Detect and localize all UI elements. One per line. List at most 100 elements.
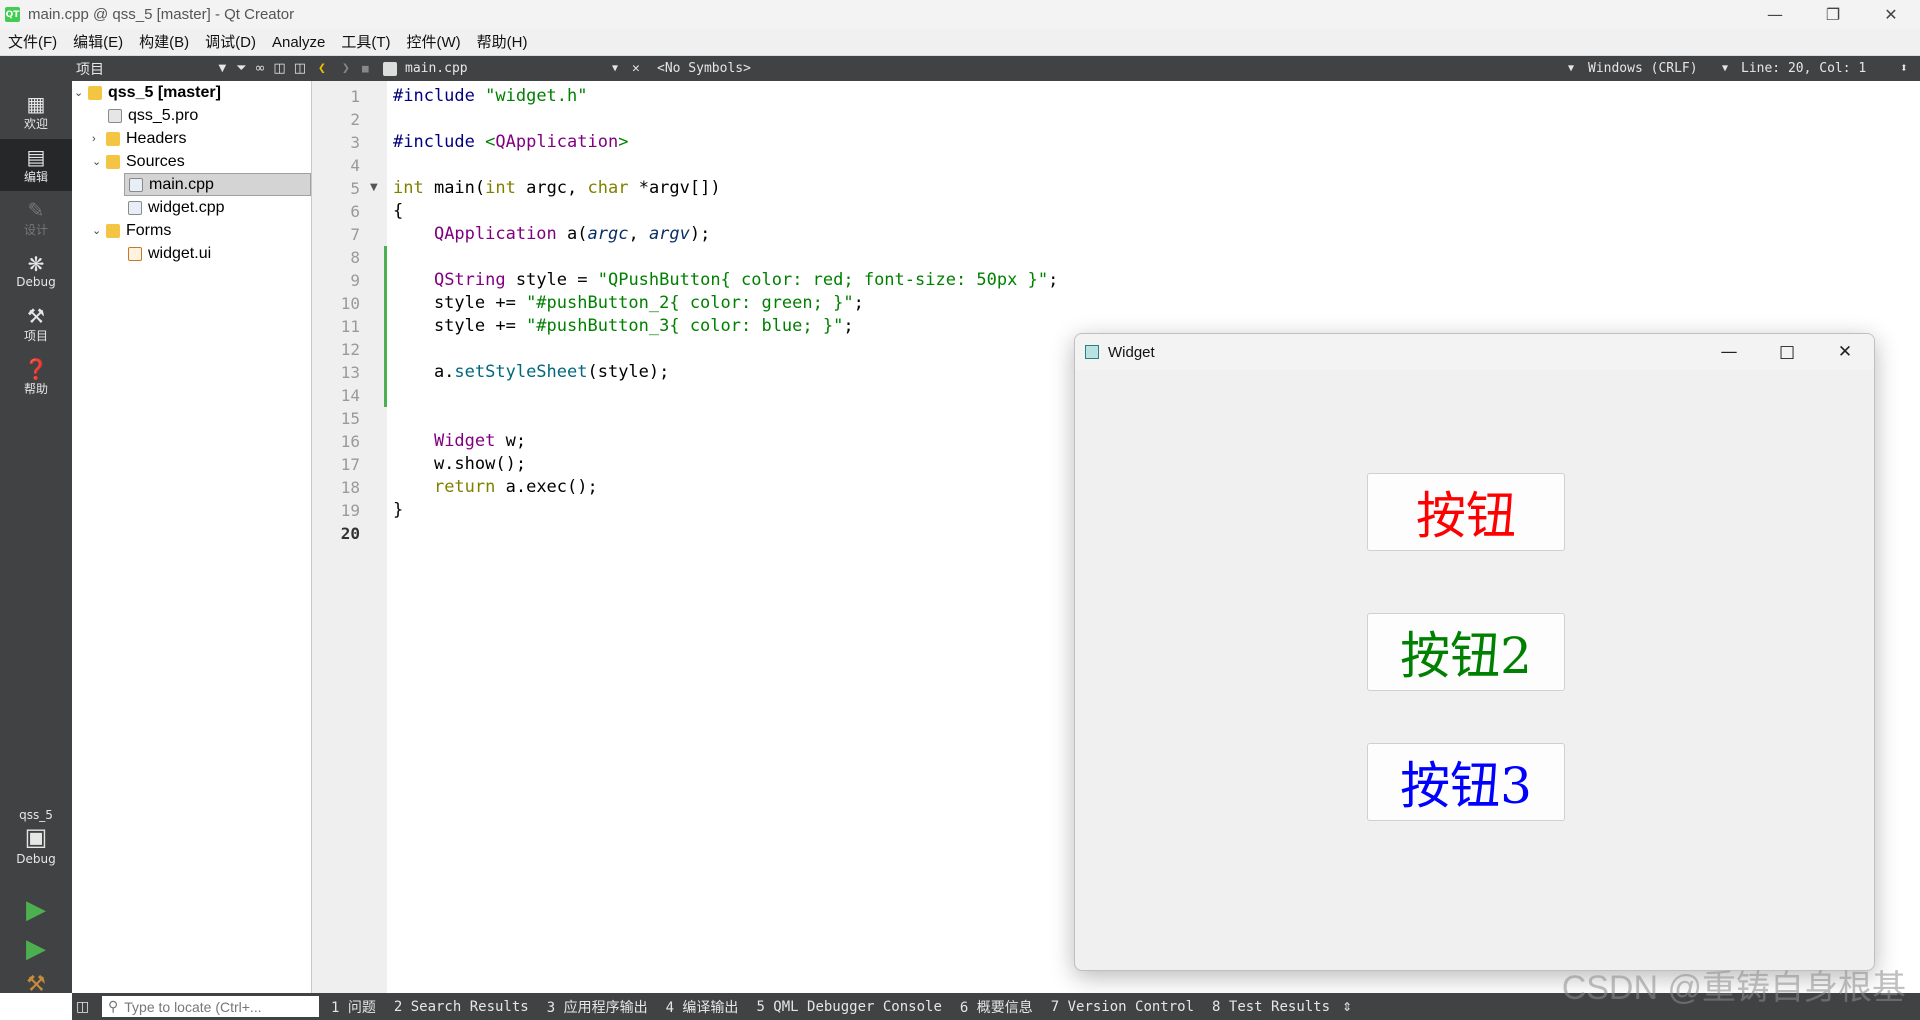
back-arrow-icon[interactable]: ❮	[318, 56, 326, 81]
minimize-icon[interactable]: —	[1746, 0, 1804, 29]
menu-tools[interactable]: 工具(T)	[333, 29, 398, 56]
changed-lines-marker	[384, 246, 387, 407]
tree-item-project[interactable]: ⌄ qss_5 [master]	[74, 81, 221, 104]
mode-debug[interactable]: ❋ Debug	[0, 245, 72, 297]
chevron-down-icon[interactable]: ⌄	[74, 86, 88, 99]
help-icon: ❓	[23, 356, 49, 381]
close-icon[interactable]: ✕	[1816, 334, 1874, 370]
file-tab[interactable]: main.cpp	[383, 56, 468, 81]
pane-qml-debugger[interactable]: 5 QML Debugger Console	[756, 999, 941, 1015]
restore-icon[interactable]: ❐	[1804, 0, 1862, 29]
toggle-sidebar-icon[interactable]: ◫	[76, 999, 89, 1015]
code-line[interactable]: QApplication a(argc, argv);	[393, 223, 710, 246]
tree-item-widget-cpp[interactable]: widget.cpp	[128, 196, 225, 219]
line-number: 2	[350, 110, 360, 129]
file-tab-name: main.cpp	[405, 61, 468, 76]
code-line[interactable]: a.setStyleSheet(style);	[393, 361, 669, 384]
code-line[interactable]: style += "#pushButton_3{ color: blue; }"…	[393, 315, 854, 338]
tree-item-label: widget.ui	[148, 244, 212, 262]
chevron-down-icon[interactable]: ⌄	[92, 224, 106, 237]
menu-widgets[interactable]: 控件(W)	[399, 29, 469, 56]
code-line[interactable]: w.show();	[393, 453, 526, 476]
widget-titlebar: Widget — □ ✕	[1075, 334, 1874, 370]
link-icon[interactable]: ∞	[255, 61, 266, 76]
build-hammer-icon[interactable]: ⚒	[0, 972, 72, 997]
chevron-down-icon[interactable]: ▼	[218, 63, 226, 74]
pane-version-control[interactable]: 7 Version Control	[1051, 999, 1194, 1015]
maximize-icon[interactable]: □	[1758, 334, 1816, 370]
line-number: 10	[340, 294, 360, 313]
kit-selector[interactable]: qss_5 ▣ Debug	[0, 808, 72, 866]
mode-projects-label: 项目	[23, 328, 48, 343]
widget-app-icon	[1085, 345, 1099, 359]
push-button-2[interactable]: 按钮2	[1367, 613, 1565, 691]
line-number: 18	[340, 478, 360, 497]
pane-compile-output[interactable]: 4 编译输出	[666, 997, 739, 1017]
symbols-chevron-icon[interactable]: ▼	[1568, 56, 1574, 81]
code-line[interactable]: }	[393, 499, 403, 522]
menu-analyze[interactable]: Analyze	[264, 29, 333, 56]
menu-file[interactable]: 文件(F)	[0, 29, 65, 56]
code-line[interactable]: Widget w;	[393, 430, 526, 453]
tree-item-sources[interactable]: ⌄ Sources	[92, 150, 185, 173]
more-panes-icon[interactable]: ⇕	[1342, 1000, 1352, 1014]
close-sidebar-icon[interactable]: ◫	[294, 61, 306, 76]
project-view-label: 项目	[76, 61, 104, 78]
file-dropdown-icon[interactable]: ▼	[612, 56, 618, 81]
code-line[interactable]: QString style = "QPushButton{ color: red…	[393, 269, 1058, 292]
tree-item-label: qss_5 [master]	[108, 83, 221, 101]
line-ending-selector[interactable]: Windows (CRLF)	[1588, 56, 1698, 81]
code-line[interactable]: {	[393, 200, 403, 223]
debug-run-icon[interactable]: ▶	[0, 934, 72, 964]
project-folder-icon	[88, 85, 102, 100]
pane-search-results[interactable]: 2 Search Results	[394, 999, 529, 1015]
chevron-down-icon[interactable]: ⌄	[92, 155, 106, 168]
chevron-right-icon[interactable]: ›	[92, 133, 106, 145]
minimize-icon[interactable]: —	[1700, 334, 1758, 370]
close-file-icon[interactable]: ✕	[632, 56, 640, 81]
tree-item-pro-file[interactable]: qss_5.pro	[108, 104, 198, 127]
tree-item-headers[interactable]: › Headers	[92, 127, 186, 150]
forward-arrow-icon[interactable]: ❯	[342, 56, 350, 81]
mode-projects[interactable]: ⚒ 项目	[0, 298, 72, 350]
fold-arrow-icon[interactable]: ▼	[370, 182, 378, 193]
split-icon[interactable]: ◫	[273, 61, 285, 76]
pane-test-results[interactable]: 8 Test Results	[1212, 999, 1330, 1015]
project-view-selector[interactable]: 项目 ▼ ⏷ ∞ ◫ ◫	[72, 56, 312, 81]
menu-help[interactable]: 帮助(H)	[469, 29, 536, 56]
code-line[interactable]: int main(int argc, char *argv[])	[393, 177, 721, 200]
run-icon[interactable]: ▶	[0, 895, 72, 925]
symbols-dropdown[interactable]: <No Symbols>	[657, 56, 751, 81]
close-icon[interactable]: ✕	[1862, 0, 1920, 29]
pane-general-messages[interactable]: 6 概要信息	[960, 997, 1033, 1017]
editor-toolbar: 项目 ▼ ⏷ ∞ ◫ ◫ ❮ ❯ ■ main.cpp ▼ ✕ <No Symb…	[0, 56, 1920, 81]
locator-input[interactable]: ⚲ Type to locate (Ctrl+...	[102, 996, 319, 1017]
mode-edit-label: 编辑	[23, 169, 48, 184]
menu-debug[interactable]: 调试(D)	[197, 29, 264, 56]
cursor-position[interactable]: Line: 20, Col: 1	[1741, 56, 1866, 81]
tree-item-main-cpp[interactable]: main.cpp	[124, 173, 311, 196]
mode-welcome[interactable]: ▦ 欢迎	[0, 86, 72, 138]
pane-application-output[interactable]: 3 应用程序输出	[547, 997, 648, 1017]
menu-build[interactable]: 构建(B)	[131, 29, 197, 56]
line-number: 8	[350, 248, 360, 267]
mode-design[interactable]: ✎ 设计	[0, 192, 72, 244]
code-line[interactable]: #include "widget.h"	[393, 85, 588, 108]
cpp-file-icon	[128, 200, 142, 215]
push-button-3[interactable]: 按钮3	[1367, 743, 1565, 821]
folder-icon	[106, 223, 120, 238]
filter-icon[interactable]: ⏷	[236, 61, 246, 76]
pane-issues[interactable]: 1 问题	[331, 997, 376, 1017]
push-button-1[interactable]: 按钮	[1367, 473, 1565, 551]
tree-item-forms[interactable]: ⌄ Forms	[92, 219, 171, 242]
mode-help[interactable]: ❓ 帮助	[0, 351, 72, 403]
code-line[interactable]: return a.exec();	[393, 476, 598, 499]
menu-edit[interactable]: 编辑(E)	[65, 29, 131, 56]
tree-item-widget-ui[interactable]: widget.ui	[128, 242, 211, 265]
mode-edit[interactable]: ▤ 编辑	[0, 139, 72, 191]
wrench-icon: ⚒	[27, 303, 45, 328]
code-line[interactable]: #include <QApplication>	[393, 131, 628, 154]
split-editor-icon[interactable]: ⬍	[1900, 56, 1908, 81]
line-ending-chevron-icon[interactable]: ▼	[1722, 56, 1728, 81]
code-line[interactable]: style += "#pushButton_2{ color: green; }…	[393, 292, 864, 315]
